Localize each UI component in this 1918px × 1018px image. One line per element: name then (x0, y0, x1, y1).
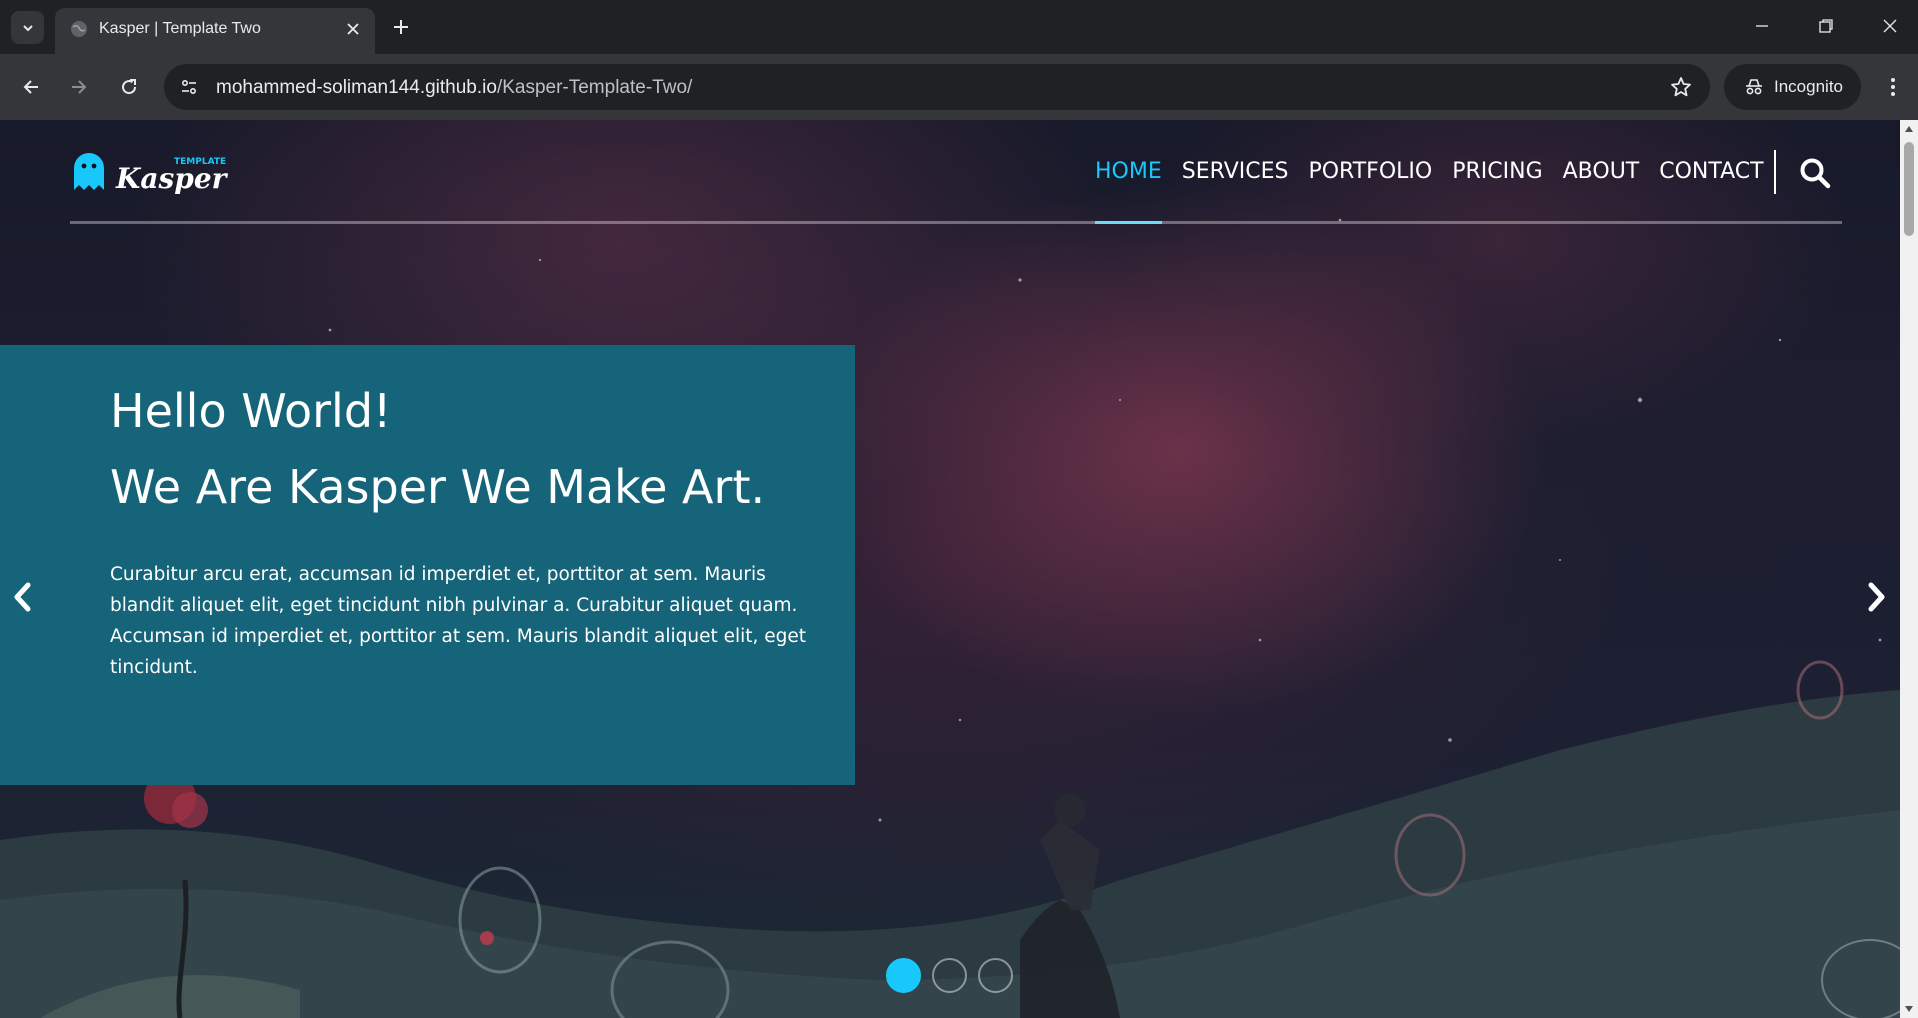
search-icon[interactable] (1798, 156, 1832, 190)
incognito-indicator[interactable]: Incognito (1724, 64, 1861, 110)
nav-divider (1774, 150, 1776, 194)
scroll-down-button[interactable] (1900, 1000, 1918, 1018)
incognito-label: Incognito (1774, 77, 1843, 96)
slider-bullets (886, 958, 1013, 993)
site-info-button[interactable] (174, 72, 204, 102)
nav-link-about[interactable]: ABOUT (1553, 120, 1650, 224)
hero-description: Curabitur arcu erat, accumsan id imperdi… (110, 564, 807, 678)
new-tab-button[interactable] (386, 12, 416, 42)
tab-title: Kasper | Template Two (99, 20, 261, 37)
main-nav: HOME SERVICES PORTFOLIO PRICING ABOUT CO… (1085, 120, 1774, 224)
address-bar[interactable]: mohammed-soliman144.github.io/Kasper-Tem… (164, 64, 1710, 110)
nav-link-pricing[interactable]: PRICING (1442, 120, 1552, 224)
star-icon (1671, 77, 1691, 97)
bookmark-button[interactable] (1668, 74, 1694, 100)
minimize-button[interactable] (1740, 6, 1784, 46)
ghost-icon (74, 153, 104, 190)
hero-title: Hello World! We Are Kasper We Make Art. (110, 373, 830, 525)
reload-button[interactable] (112, 70, 146, 104)
chevron-right-icon (1868, 582, 1885, 612)
nav-link-home[interactable]: HOME (1085, 120, 1172, 224)
browser-menu-button[interactable] (1876, 70, 1910, 104)
plus-icon (394, 20, 408, 34)
restore-icon (1819, 19, 1833, 33)
site-logo[interactable]: TEMPLATE Kasper (70, 146, 230, 198)
page-viewport: TEMPLATE Kasper HOME SERVICES PORTFOLIO … (0, 120, 1918, 1018)
hero-content-box: Hello World! We Are Kasper We Make Art. … (0, 345, 855, 785)
slider-prev-button[interactable] (5, 575, 39, 619)
url-text: mohammed-soliman144.github.io/Kasper-Tem… (216, 77, 692, 99)
scroll-up-button[interactable] (1900, 120, 1918, 138)
minimize-icon (1756, 25, 1768, 27)
site-info-icon (181, 79, 197, 95)
url-path: /Kasper-Template-Two/ (496, 77, 693, 98)
chevron-down-icon (22, 24, 33, 31)
reload-icon (122, 79, 137, 95)
slider-next-button[interactable] (1860, 575, 1894, 619)
site-header: TEMPLATE Kasper HOME SERVICES PORTFOLIO … (70, 120, 1842, 224)
page-scrollbar[interactable] (1900, 120, 1918, 1018)
back-button[interactable] (14, 70, 48, 104)
triangle-down-icon (1905, 1006, 1913, 1012)
triangle-up-icon (1905, 126, 1913, 132)
close-window-button[interactable] (1868, 6, 1912, 46)
back-arrow-icon (23, 80, 38, 94)
incognito-icon (1746, 79, 1762, 95)
browser-tab[interactable]: Kasper | Template Two (55, 8, 375, 54)
browser-tab-bar: Kasper | Template Two (0, 0, 1918, 54)
hero-title-line-2: We Are Kasper We Make Art. (110, 460, 766, 514)
forward-button[interactable] (62, 70, 96, 104)
close-tab-button[interactable] (341, 17, 365, 41)
hero-slider: TEMPLATE Kasper HOME SERVICES PORTFOLIO … (0, 120, 1900, 1018)
logo-wordmark: Kasper (115, 162, 229, 195)
url-host: mohammed-soliman144.github.io (216, 77, 497, 98)
restore-button[interactable] (1804, 6, 1848, 46)
globe-icon (71, 21, 87, 37)
more-vert-icon (1891, 78, 1895, 96)
forward-arrow-icon (72, 80, 87, 94)
slider-bullet-2[interactable] (932, 958, 967, 993)
slider-bullet-3[interactable] (978, 958, 1013, 993)
nav-link-contact[interactable]: CONTACT (1649, 120, 1773, 224)
header-underline (70, 221, 1842, 224)
close-icon (347, 23, 359, 35)
slider-bullet-1[interactable] (886, 958, 921, 993)
tab-search-button[interactable] (11, 11, 44, 44)
close-window-icon (1883, 19, 1897, 33)
nav-link-portfolio[interactable]: PORTFOLIO (1298, 120, 1442, 224)
browser-toolbar: mohammed-soliman144.github.io/Kasper-Tem… (0, 54, 1918, 120)
hero-title-line-1: Hello World! (110, 384, 392, 438)
chevron-left-icon (14, 582, 31, 612)
scrollbar-thumb[interactable] (1904, 142, 1914, 236)
nav-link-services[interactable]: SERVICES (1172, 120, 1299, 224)
